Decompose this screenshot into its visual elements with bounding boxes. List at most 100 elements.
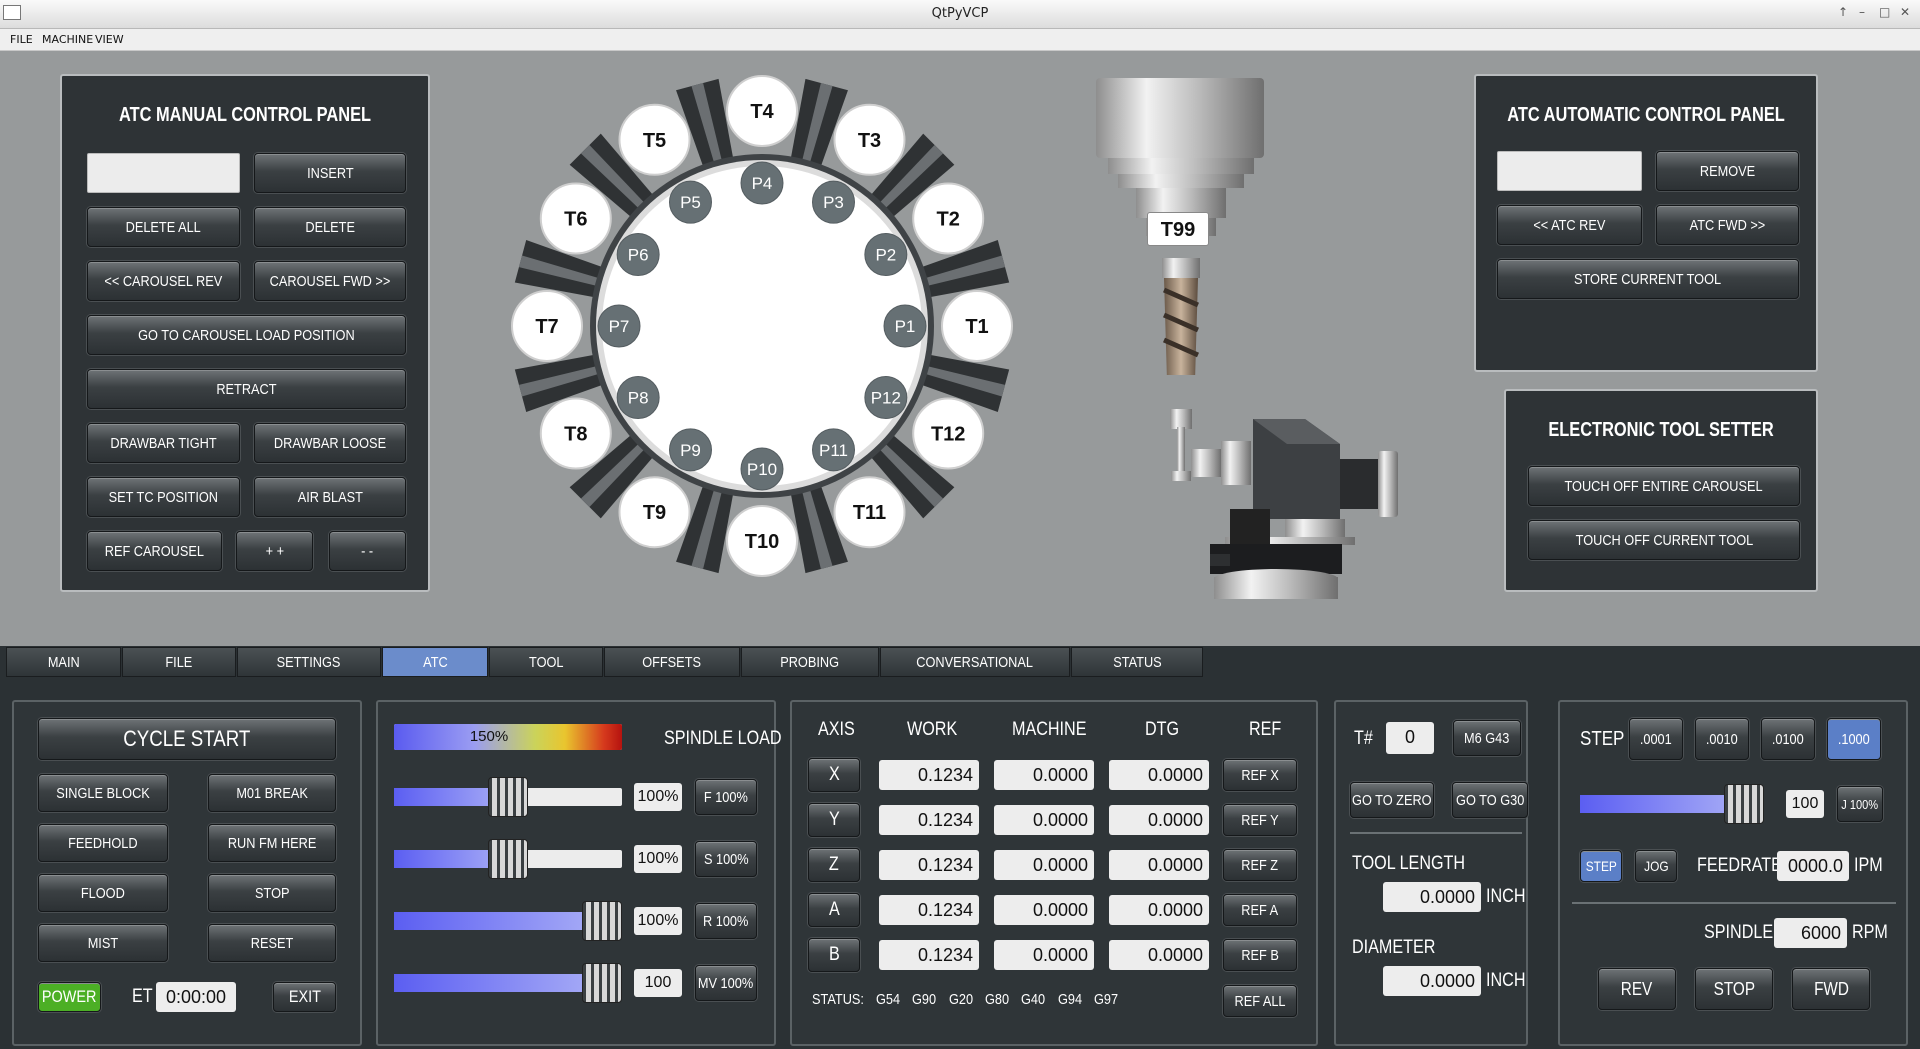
tool-carousel: T1 T2 T3 T4 T5 T6 T7 T8 T9 T10 T11 T12 P1 P2 P3 P4 P5 P6… xyxy=(511,75,1013,577)
step-1000-button[interactable]: .1000 xyxy=(1827,718,1881,760)
svg-text:P2: P2 xyxy=(875,246,896,265)
ref-carousel-button[interactable]: REF CAROUSEL xyxy=(87,531,222,571)
carousel-pocket-p1: P1 xyxy=(883,304,927,348)
tool-number-input[interactable] xyxy=(87,153,240,193)
run-from-here-button[interactable]: RUN FM HERE xyxy=(208,824,336,862)
carousel-tool-t10: T10 xyxy=(726,505,798,577)
atc-manual-title: ATC MANUAL CONTROL PANEL xyxy=(118,104,372,126)
tab-settings[interactable]: SETTINGS xyxy=(237,647,381,677)
minimize-icon[interactable]: – xyxy=(1859,5,1865,19)
axis-b-button[interactable]: B xyxy=(808,938,860,972)
ref-z-button[interactable]: REF Z xyxy=(1223,849,1297,881)
jog-speed-handle[interactable] xyxy=(1724,784,1764,824)
max-velocity-slider[interactable] xyxy=(394,963,622,1003)
carousel-tool-t7: T7 xyxy=(511,290,583,362)
go-to-g30-button[interactable]: GO TO G30 xyxy=(1452,782,1528,818)
max-velocity-reset-button[interactable]: MV 100% xyxy=(695,965,757,1001)
ref-all-button[interactable]: REF ALL xyxy=(1223,985,1297,1017)
axis-x-button[interactable]: X xyxy=(808,758,860,792)
tab-probing[interactable]: PROBING xyxy=(741,647,879,677)
tab-atc[interactable]: ATC xyxy=(382,647,488,677)
close-icon[interactable]: ✕ xyxy=(1900,5,1910,19)
menu-machine[interactable]: MACHINE xyxy=(42,33,93,46)
go-to-zero-button[interactable]: GO TO ZERO xyxy=(1350,782,1434,818)
svg-text:T5: T5 xyxy=(643,130,666,152)
program-control-panel: CYCLE START SINGLE BLOCK M01 BREAK FEEDH… xyxy=(12,700,362,1046)
carousel-fwd-button[interactable]: CAROUSEL FWD >> xyxy=(254,261,406,301)
atc-rev-button[interactable]: << ATC REV xyxy=(1497,205,1642,245)
store-current-tool-button[interactable]: STORE CURRENT TOOL xyxy=(1497,259,1799,299)
maximize-icon[interactable]: □ xyxy=(1879,5,1890,19)
air-blast-button[interactable]: AIR BLAST xyxy=(254,477,406,517)
cycle-start-button[interactable]: CYCLE START xyxy=(38,718,336,760)
m6-g43-button[interactable]: M6 G43 xyxy=(1453,720,1521,756)
feed-override-slider[interactable] xyxy=(394,777,622,817)
flood-button[interactable]: FLOOD xyxy=(38,874,168,912)
remove-button[interactable]: REMOVE xyxy=(1656,151,1799,191)
feed-override-handle[interactable] xyxy=(488,777,528,817)
rapid-override-slider[interactable] xyxy=(394,901,622,941)
spindle-stop-button[interactable]: STOP xyxy=(1695,968,1773,1010)
single-block-button[interactable]: SINGLE BLOCK xyxy=(38,774,168,812)
spindle-override-slider[interactable] xyxy=(394,839,622,879)
feedhold-button[interactable]: FEEDHOLD xyxy=(38,824,168,862)
spindle-rev-button[interactable]: REV xyxy=(1598,968,1676,1010)
axis-a-button[interactable]: A xyxy=(808,893,860,927)
drawbar-loose-button[interactable]: DRAWBAR LOOSE xyxy=(254,423,406,463)
mist-button[interactable]: MIST xyxy=(38,924,168,962)
jog-speed-reset-button[interactable]: J 100% xyxy=(1837,786,1883,822)
tool-length-label: TOOL LENGTH xyxy=(1352,853,1466,874)
step-0001-button[interactable]: .0001 xyxy=(1629,718,1683,760)
delete-button[interactable]: DELETE xyxy=(254,207,406,247)
stop-button[interactable]: STOP xyxy=(208,874,336,912)
touch-off-carousel-button[interactable]: TOUCH OFF ENTIRE CAROUSEL xyxy=(1528,466,1800,506)
tab-main[interactable]: MAIN xyxy=(6,647,121,677)
ref-a-button[interactable]: REF A xyxy=(1223,894,1297,926)
feed-override-reset-button[interactable]: F 100% xyxy=(695,779,757,815)
spindle-fwd-button[interactable]: FWD xyxy=(1792,968,1870,1010)
menu-file[interactable]: FILE xyxy=(10,33,33,46)
menu-view[interactable]: VIEW xyxy=(95,33,124,46)
spindle-override-reset-button[interactable]: S 100% xyxy=(695,841,757,877)
touch-off-current-button[interactable]: TOUCH OFF CURRENT TOOL xyxy=(1528,520,1800,560)
window-up-icon[interactable]: ↑ xyxy=(1838,5,1848,19)
rapid-override-reset-button[interactable]: R 100% xyxy=(695,903,757,939)
delete-all-button[interactable]: DELETE ALL xyxy=(87,207,240,247)
tab-tool[interactable]: TOOL xyxy=(489,647,603,677)
exit-button[interactable]: EXIT xyxy=(273,982,336,1012)
auto-tool-input[interactable] xyxy=(1497,151,1642,191)
carousel-rev-button[interactable]: << CAROUSEL REV xyxy=(87,261,240,301)
insert-button[interactable]: INSERT xyxy=(254,153,406,193)
tab-offsets[interactable]: OFFSETS xyxy=(604,647,740,677)
max-velocity-handle[interactable] xyxy=(582,963,622,1003)
go-load-position-button[interactable]: GO TO CAROUSEL LOAD POSITION xyxy=(87,315,406,355)
ref-x-button[interactable]: REF X xyxy=(1223,759,1297,791)
step-mode-button[interactable]: STEP xyxy=(1580,850,1622,882)
axis-z-button[interactable]: Z xyxy=(808,848,860,882)
carousel-step-plus-button[interactable]: + + xyxy=(236,531,313,571)
ref-y-button[interactable]: REF Y xyxy=(1223,804,1297,836)
step-0100-button[interactable]: .0100 xyxy=(1761,718,1815,760)
gcode-item: G94 xyxy=(1057,991,1082,1008)
tab-file[interactable]: FILE xyxy=(122,647,236,677)
work-z-value: 0.1234 xyxy=(879,850,979,880)
set-tc-position-button[interactable]: SET TC POSITION xyxy=(87,477,240,517)
m01-break-button[interactable]: M01 BREAK xyxy=(208,774,336,812)
tab-status[interactable]: STATUS xyxy=(1071,647,1203,677)
tab-conversational[interactable]: CONVERSATIONAL xyxy=(880,647,1070,677)
power-button[interactable]: POWER xyxy=(38,982,101,1012)
retract-button[interactable]: RETRACT xyxy=(87,369,406,409)
reset-button[interactable]: RESET xyxy=(208,924,336,962)
rapid-override-handle[interactable] xyxy=(582,901,622,941)
diameter-label: DIAMETER xyxy=(1352,937,1436,958)
axis-y-button[interactable]: Y xyxy=(808,803,860,837)
drawbar-tight-button[interactable]: DRAWBAR TIGHT xyxy=(87,423,240,463)
ref-b-button[interactable]: REF B xyxy=(1223,939,1297,971)
jog-speed-slider[interactable] xyxy=(1580,784,1764,824)
atc-fwd-button[interactable]: ATC FWD >> xyxy=(1656,205,1799,245)
carousel-step-minus-button[interactable]: - - xyxy=(329,531,406,571)
jog-mode-button[interactable]: JOG xyxy=(1635,850,1677,882)
tool-setter-panel: ELECTRONIC TOOL SETTER TOUCH OFF ENTIRE … xyxy=(1504,389,1818,592)
step-0010-button[interactable]: .0010 xyxy=(1695,718,1749,760)
spindle-override-handle[interactable] xyxy=(488,839,528,879)
